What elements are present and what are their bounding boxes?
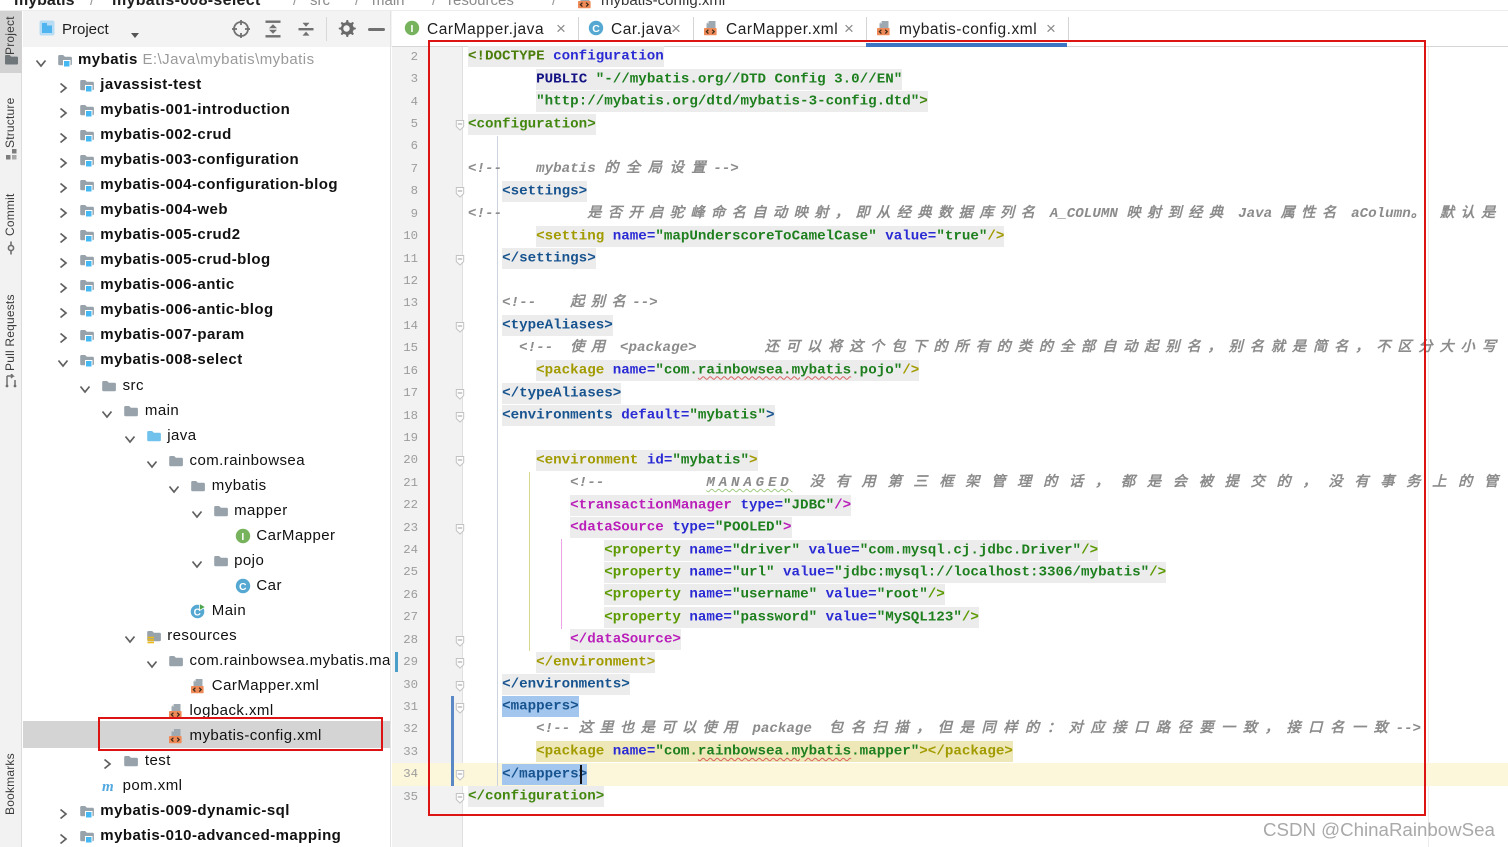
svg-text:C: C: [239, 581, 247, 593]
svg-text:m: m: [102, 779, 114, 794]
svg-text:C: C: [592, 23, 600, 35]
svg-text:I: I: [411, 23, 414, 35]
svg-text:I: I: [241, 531, 244, 543]
